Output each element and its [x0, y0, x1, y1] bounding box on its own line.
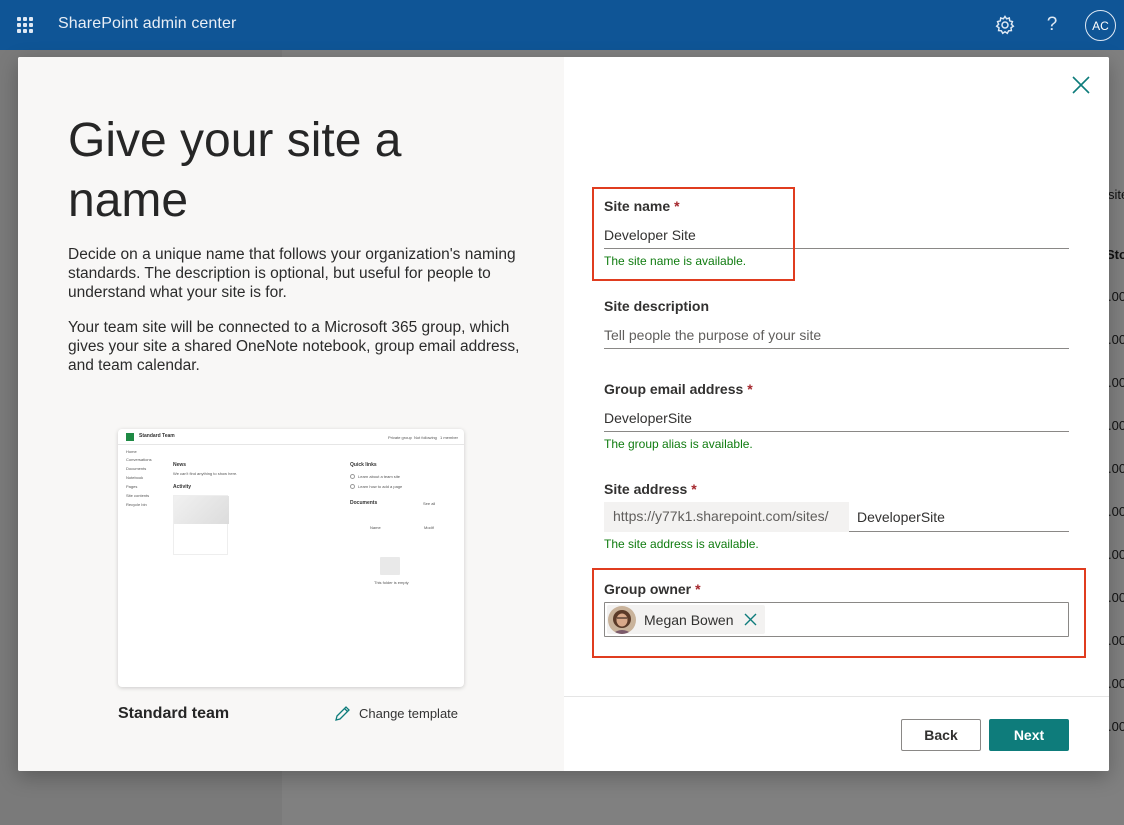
preview-news-heading: News	[173, 462, 187, 468]
owner-avatar	[608, 605, 636, 634]
background-cell: .00	[1108, 504, 1124, 519]
group-email-label-text: Group email address	[604, 381, 744, 397]
background-cell: .00	[1108, 719, 1124, 734]
site-address-input[interactable]	[849, 502, 1069, 532]
dialog-form-pane: Site name* The site name is available. S…	[564, 57, 1109, 771]
required-marker: *	[691, 481, 697, 497]
group-owner-picker[interactable]: Megan Bowen	[604, 602, 1069, 637]
preview-news-empty: We can't find anything to show here.	[173, 471, 238, 476]
preview-nav-item: Notebook	[126, 475, 144, 480]
background-cell: .00	[1108, 375, 1124, 390]
close-icon[interactable]	[1071, 75, 1091, 95]
owner-name: Megan Bowen	[644, 611, 734, 628]
site-address-prefix: https://y77k1.sharepoint.com/sites/	[604, 502, 849, 532]
preview-divider	[118, 444, 464, 445]
preview-quicklinks-heading: Quick links	[350, 462, 377, 468]
group-email-availability: The group alias is available.	[604, 437, 753, 451]
preview-link-icon	[350, 484, 355, 489]
preview-nav-item: Site contents	[126, 493, 150, 498]
background-cell: .00	[1108, 332, 1124, 347]
required-marker: *	[674, 198, 680, 214]
preview-empty-folder: This folder is empty	[374, 580, 409, 585]
dialog-footer-divider	[564, 696, 1109, 697]
background-cell: .00	[1108, 547, 1124, 562]
app-title[interactable]: SharePoint admin center	[58, 15, 236, 33]
site-address-availability: The site address is available.	[604, 537, 759, 551]
next-button[interactable]: Next	[989, 719, 1069, 751]
preview-activity-heading: Activity	[173, 484, 192, 490]
site-address-label-text: Site address	[604, 481, 688, 497]
group-owner-label: Group owner *	[604, 581, 701, 597]
change-template-label: Change template	[359, 706, 459, 721]
site-name-label-text: Site name	[604, 198, 671, 214]
close-icon[interactable]	[744, 613, 757, 626]
preview-doc-col-name: Name	[370, 525, 381, 530]
site-description-input[interactable]	[604, 321, 1069, 349]
required-marker: *	[695, 581, 701, 597]
create-site-dialog: Give your site a name Decide on a unique…	[18, 57, 1109, 771]
site-address-label: Site address *	[604, 481, 697, 497]
preview-quick-link: Learn about a team site	[358, 474, 401, 479]
preview-nav-item: Documents	[126, 466, 147, 471]
background-cell: .00	[1108, 633, 1124, 648]
preview-nav-item: Conversations	[126, 457, 152, 462]
template-name: Standard team	[118, 705, 230, 722]
preview-members: 1 member	[440, 435, 459, 440]
preview-activity-image	[174, 496, 229, 524]
preview-privacy: Private group	[388, 435, 412, 440]
background-cell: .00	[1108, 676, 1124, 691]
preview-following: Not following	[414, 435, 437, 440]
suite-header: SharePoint admin center ? AC	[0, 0, 1124, 50]
group-email-label: Group email address *	[604, 381, 753, 397]
back-button[interactable]: Back	[901, 719, 981, 751]
background-cell: .00	[1108, 590, 1124, 605]
dialog-description: Decide on a unique name that follows you…	[68, 246, 516, 301]
preview-quick-link: Learn how to add a page	[358, 484, 403, 489]
preview-folder-icon	[380, 557, 400, 575]
template-preview: Standard Team Private group Not followin…	[118, 429, 464, 687]
preview-activity-card	[173, 495, 229, 555]
user-avatar[interactable]: AC	[1085, 10, 1116, 41]
required-marker: *	[747, 381, 753, 397]
dialog-info-pane: Give your site a name Decide on a unique…	[18, 57, 564, 771]
preview-nav-item: Recycle bin	[126, 502, 147, 507]
dialog-title: Give your site a name	[68, 114, 402, 227]
preview-doc-col-modified: Modif	[424, 525, 434, 530]
preview-nav-item: Pages	[126, 484, 138, 489]
owner-persona-chip[interactable]: Megan Bowen	[607, 605, 765, 634]
preview-link-icon	[350, 474, 355, 479]
waffle-icon[interactable]	[17, 17, 33, 33]
pencil-icon	[335, 706, 350, 721]
background-cell: .00	[1108, 418, 1124, 433]
dialog-group-description: Your team site will be connected to a Mi…	[68, 319, 520, 374]
group-email-input[interactable]	[604, 404, 1069, 432]
group-owner-label-text: Group owner	[604, 581, 692, 597]
preview-see-all: See all	[423, 501, 436, 506]
preview-site-title: Standard Team	[139, 433, 175, 439]
gear-icon[interactable]	[994, 14, 1016, 36]
background-cell: .00	[1108, 289, 1124, 304]
change-template-link[interactable]: Change template	[334, 705, 458, 722]
background-header-fragment: site	[1108, 187, 1124, 202]
question-icon[interactable]: ?	[1043, 14, 1061, 36]
site-name-availability: The site name is available.	[604, 254, 747, 268]
preview-documents-heading: Documents	[350, 500, 378, 506]
preview-site-logo	[126, 433, 134, 441]
preview-nav-item: Home	[126, 449, 137, 454]
site-name-label: Site name *	[604, 198, 680, 214]
site-description-label: Site description	[604, 298, 710, 314]
background-cell: .00	[1108, 461, 1124, 476]
site-name-input[interactable]	[604, 221, 1069, 249]
